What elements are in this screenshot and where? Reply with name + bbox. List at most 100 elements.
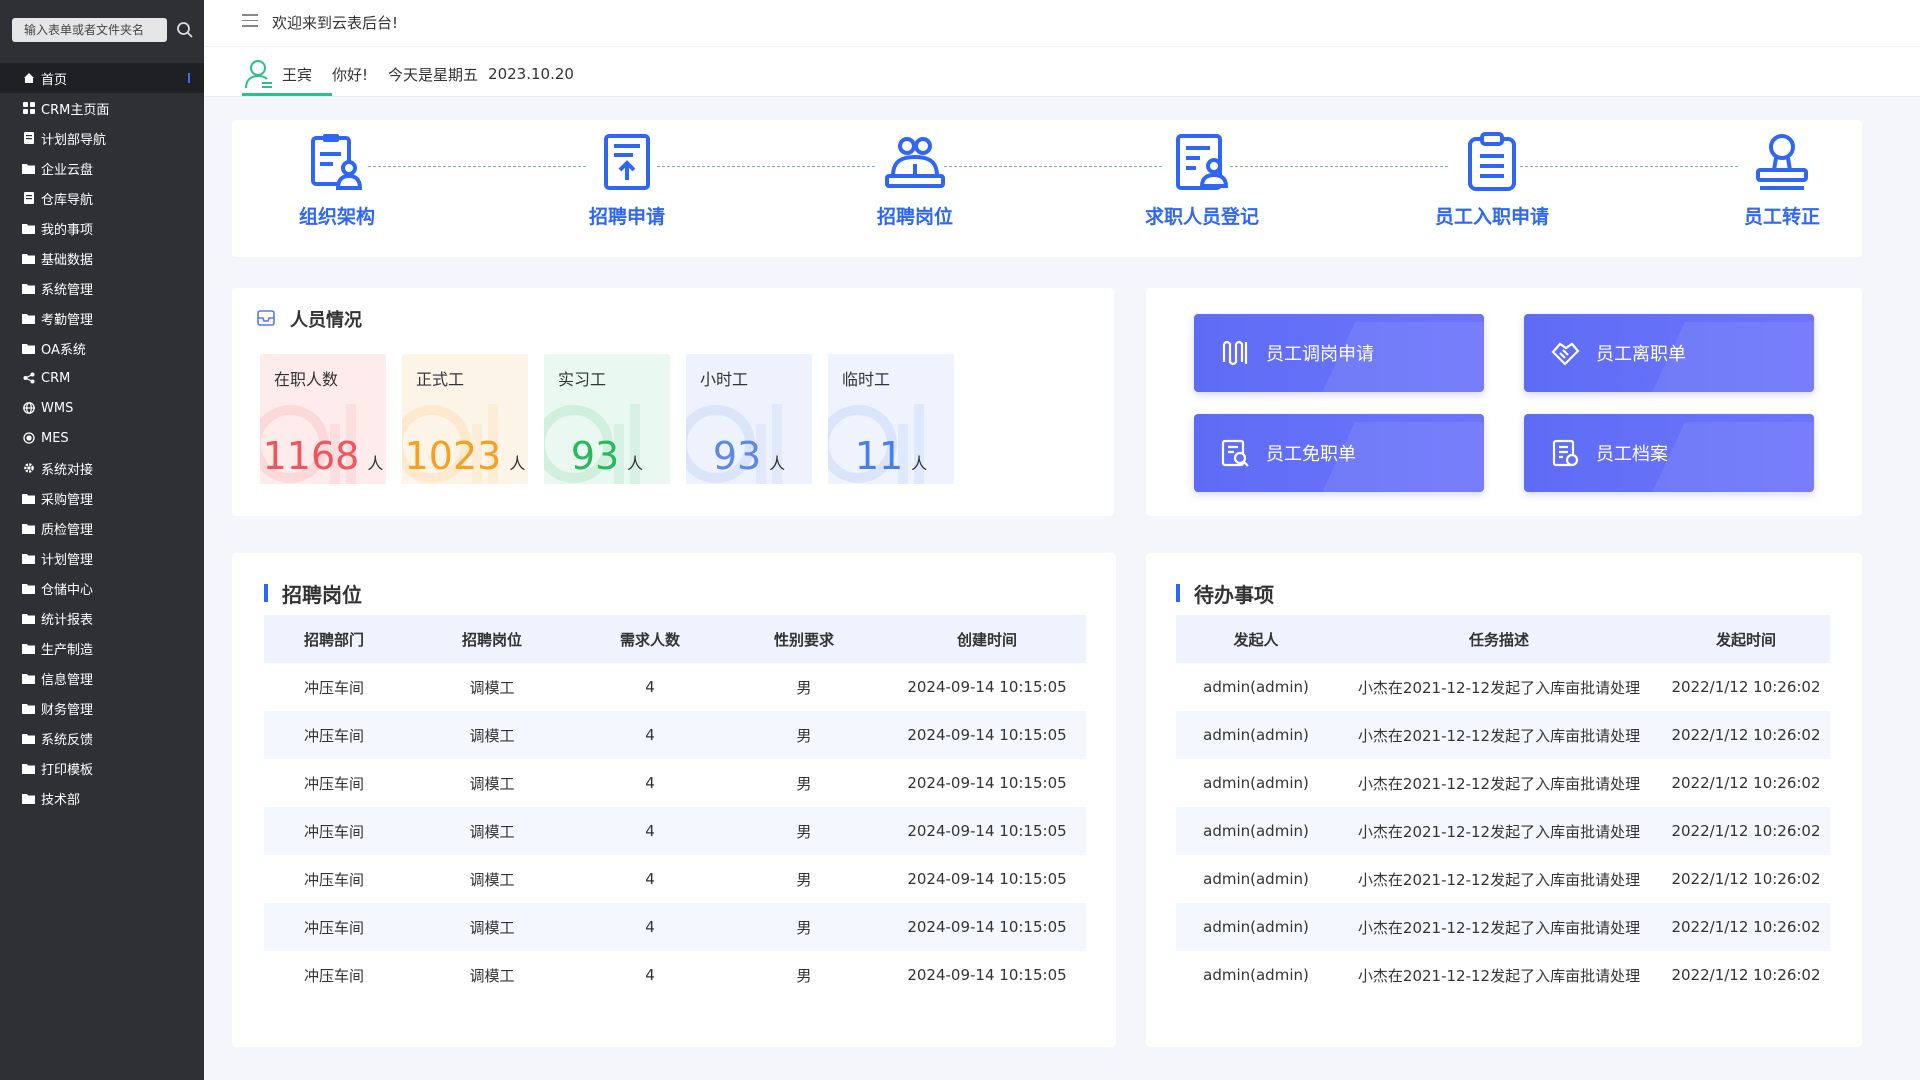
- table-row[interactable]: 冲压车间 调模工 4 男 2024-09-14 10:15:05: [264, 855, 1086, 903]
- sidebar-item[interactable]: 采购管理: [0, 483, 204, 513]
- sidebar-menu: 首页 CRM主页面 计划部导航 企业云盘 仓库导航 我的事项基础数据系统管理 考勤管理 OA系…: [0, 63, 204, 813]
- dismissal-button[interactable]: 员工免职单: [1194, 414, 1484, 492]
- date-text: 2023.10.20: [488, 65, 574, 83]
- nav-job-seeker[interactable]: 求职人员登记: [1122, 130, 1282, 229]
- resignation-button[interactable]: 员工离职单: [1524, 314, 1814, 392]
- table-cell: 4: [645, 774, 655, 792]
- personnel-card: 人员情况 在职人数 1168 人 正式工 1023 人 实习工 93 人 小时工 93 人 临时工 11 人: [232, 288, 1114, 516]
- sidebar-item[interactable]: MES: [0, 423, 204, 453]
- table-cell: 调模工: [404, 711, 580, 759]
- sidebar-item[interactable]: 财务管理: [0, 693, 204, 723]
- grid-icon: [22, 102, 35, 115]
- stat-label: 在职人数: [274, 370, 339, 389]
- folder-icon: [22, 642, 35, 655]
- sidebar-item[interactable]: 首页: [0, 63, 204, 93]
- sidebar-item[interactable]: 仓库导航: [0, 183, 204, 213]
- column-header[interactable]: 任务描述: [1336, 615, 1662, 663]
- table-row[interactable]: 冲压车间 调模工 4 男 2024-09-14 10:15:05: [264, 759, 1086, 807]
- table-row[interactable]: 冲压车间 调模工 4 男 2024-09-14 10:15:05: [264, 807, 1086, 855]
- weekday-text: 今天是星期五: [388, 65, 479, 84]
- card-title: 待办事项: [1176, 579, 1274, 608]
- todo-table: 发起人 任务描述 发起时间 admin(admin) 小杰在2021-12-12发起了…: [1176, 615, 1830, 999]
- table-cell: 2024-09-14 10:15:05: [907, 774, 1067, 792]
- nav-org-chart[interactable]: 组织架构: [257, 130, 417, 229]
- table-row[interactable]: admin(admin) 小杰在2021-12-12发起了入库亩批请处理 2022/…: [1176, 903, 1830, 951]
- sidebar-item[interactable]: 统计报表: [0, 603, 204, 633]
- stat-tile[interactable]: 临时工 11 人: [828, 354, 954, 484]
- sidebar-item[interactable]: CRM主页面: [0, 93, 204, 123]
- quick-actions-card: 员工调岗申请 员工离职单 员工免职单 员工档案: [1146, 288, 1862, 516]
- table-row[interactable]: 冲压车间 调模工 4 男 2024-09-14 10:15:05: [264, 951, 1086, 999]
- table-cell: 2024-09-14 10:15:05: [907, 870, 1067, 888]
- sidebar-item[interactable]: 计划管理: [0, 543, 204, 573]
- sidebar-item[interactable]: WMS: [0, 393, 204, 423]
- sidebar-item[interactable]: 系统对接: [0, 453, 204, 483]
- folder-icon: [22, 552, 35, 565]
- table-row[interactable]: admin(admin) 小杰在2021-12-12发起了入库亩批请处理 2022/…: [1176, 759, 1830, 807]
- table-cell: 调模工: [404, 807, 580, 855]
- sidebar-item[interactable]: 信息管理: [0, 663, 204, 693]
- sidebar-item[interactable]: 质检管理: [0, 513, 204, 543]
- table-row[interactable]: admin(admin) 小杰在2021-12-12发起了入库亩批请处理 2022/…: [1176, 663, 1830, 711]
- nav-onboarding[interactable]: 员工入职申请: [1412, 130, 1572, 229]
- table-cell: 男: [796, 870, 812, 889]
- sidebar-item[interactable]: 计划部导航: [0, 123, 204, 153]
- stat-tile[interactable]: 正式工 1023 人: [402, 354, 528, 484]
- table-cell: 2024-09-14 10:15:05: [907, 678, 1067, 696]
- column-header[interactable]: 发起时间: [1662, 615, 1830, 663]
- employee-archive-button[interactable]: 员工档案: [1524, 414, 1814, 492]
- nav-regularization[interactable]: 员工转正: [1702, 130, 1862, 229]
- resume-icon: [1176, 134, 1229, 190]
- table-row[interactable]: admin(admin) 小杰在2021-12-12发起了入库亩批请处理 2022/…: [1176, 807, 1830, 855]
- column-header[interactable]: 发起人: [1176, 615, 1336, 663]
- table-row[interactable]: 冲压车间 调模工 4 男 2024-09-14 10:15:05: [264, 663, 1086, 711]
- sidebar-item[interactable]: 仓储中心: [0, 573, 204, 603]
- table-cell: admin(admin): [1176, 903, 1336, 951]
- table-row[interactable]: 冲压车间 调模工 4 男 2024-09-14 10:15:05: [264, 711, 1086, 759]
- table-cell: 男: [796, 966, 812, 985]
- search-icon[interactable]: [175, 20, 195, 40]
- menu-toggle-icon[interactable]: [242, 14, 258, 28]
- table-row[interactable]: admin(admin) 小杰在2021-12-12发起了入库亩批请处理 2022/…: [1176, 855, 1830, 903]
- table-row[interactable]: 冲压车间 调模工 4 男 2024-09-14 10:15:05: [264, 903, 1086, 951]
- table-row[interactable]: admin(admin) 小杰在2021-12-12发起了入库亩批请处理 2022/…: [1176, 951, 1830, 999]
- table-row[interactable]: admin(admin) 小杰在2021-12-12发起了入库亩批请处理 2022/…: [1176, 711, 1830, 759]
- column-header[interactable]: 需求人数: [580, 615, 720, 663]
- stat-value-row: 11 人: [828, 434, 954, 478]
- sidebar-item[interactable]: CRM: [0, 363, 204, 393]
- stat-tile[interactable]: 在职人数 1168 人: [260, 354, 386, 484]
- sidebar-item[interactable]: 技术部: [0, 783, 204, 813]
- stat-tile[interactable]: 实习工 93 人: [544, 354, 670, 484]
- folder-icon: [22, 282, 35, 295]
- sidebar-item[interactable]: 生产制造: [0, 633, 204, 663]
- column-header[interactable]: 招聘岗位: [404, 615, 580, 663]
- clipboard-icon: [1468, 132, 1516, 191]
- column-header[interactable]: 性别要求: [720, 615, 888, 663]
- table-cell: 小杰在2021-12-12发起了入库亩批请处理: [1357, 870, 1641, 889]
- nav-recruit-apply[interactable]: 招聘申请: [547, 130, 707, 229]
- sidebar-item[interactable]: 打印模板: [0, 753, 204, 783]
- table-cell: 冲压车间: [264, 807, 404, 855]
- sidebar-item[interactable]: 系统反馈: [0, 723, 204, 753]
- action-label: 员工档案: [1596, 444, 1668, 465]
- sidebar-item[interactable]: 系统管理: [0, 273, 204, 303]
- sidebar-item-label: 基础数据: [41, 252, 94, 268]
- sidebar-item[interactable]: OA系统: [0, 333, 204, 363]
- search-input[interactable]: [12, 18, 167, 42]
- table-cell: 男: [720, 903, 888, 951]
- column-header[interactable]: 招聘部门: [264, 615, 404, 663]
- nav-recruit-positions[interactable]: 招聘岗位: [835, 130, 995, 229]
- sidebar-item[interactable]: 企业云盘: [0, 153, 204, 183]
- user-tab[interactable]: 王宾 你好! 今天是星期五 2023.10.20: [244, 56, 594, 92]
- home-icon: [22, 72, 35, 85]
- transfer-apply-button[interactable]: 员工调岗申请: [1194, 314, 1484, 392]
- sidebar-item[interactable]: 基础数据: [0, 243, 204, 273]
- share-icon: [22, 372, 35, 385]
- sidebar-item[interactable]: 考勤管理: [0, 303, 204, 333]
- folder-icon: [22, 252, 35, 265]
- sidebar-item[interactable]: 我的事项: [0, 213, 204, 243]
- column-header[interactable]: 创建时间: [888, 615, 1086, 663]
- folder-icon: [22, 162, 35, 175]
- table-cell: 小杰在2021-12-12发起了入库亩批请处理: [1357, 966, 1641, 985]
- stat-tile[interactable]: 小时工 93 人: [686, 354, 812, 484]
